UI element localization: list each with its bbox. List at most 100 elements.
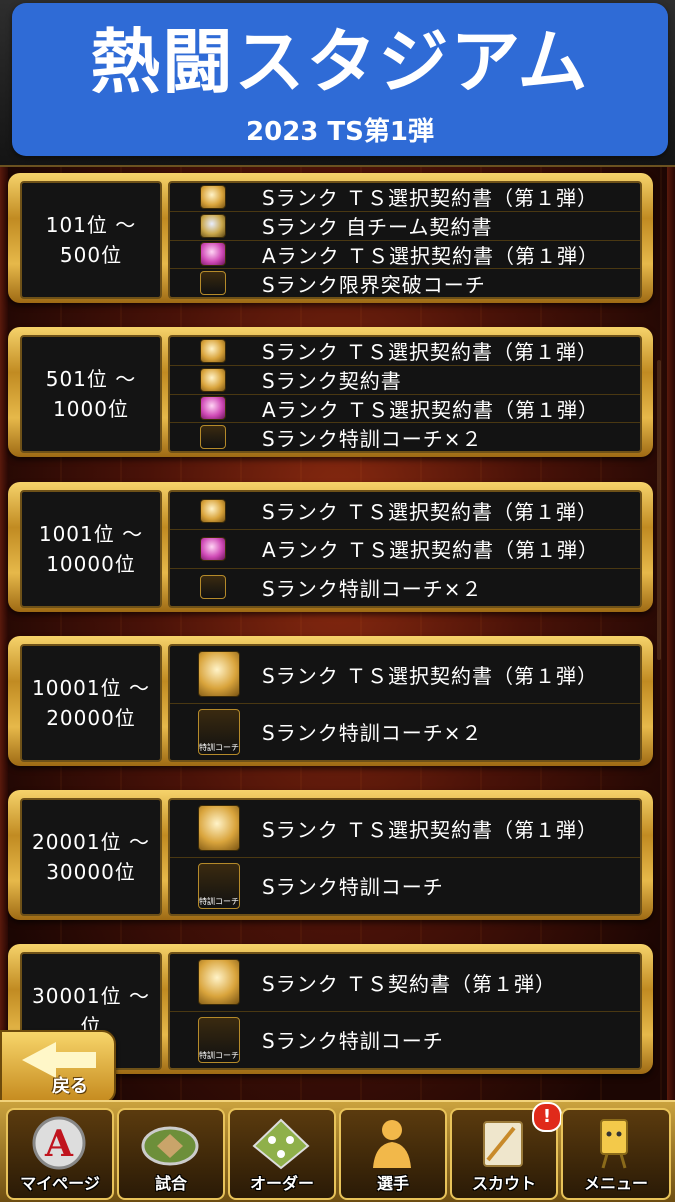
training-coach-icon [200,425,226,450]
nav-scout[interactable]: ! スカウト [450,1102,562,1200]
reward-tier-card: 501位 ～ 1000位 Sランク ＴＳ選択契約書（第１弾） Sランク契約書 Aランク … [8,327,653,457]
reward-row: Sランク特訓コーチ [170,1012,640,1069]
a-rank-ts-contract-icon [200,396,226,421]
reward-label: Sランク特訓コーチ×２ [262,576,483,601]
reward-label: Sランク ＴＳ契約書（第１弾） [262,971,557,996]
rank-range-text: 501位 ～ [45,367,137,391]
s-rank-ts-contract-icon [198,805,240,852]
reward-row: Aランク ＴＳ選択契約書（第１弾） [170,530,640,569]
reward-row: Sランク ＴＳ選択契約書（第１弾） [170,492,640,531]
rank-range-text: 20000位 [46,706,136,730]
training-coach-icon [198,1016,240,1063]
reward-row: Sランク契約書 [170,366,640,395]
reward-label: Sランク ＴＳ選択契約書（第１弾） [262,340,599,365]
reward-tier-card: 101位 ～ 500位 Sランク ＴＳ選択契約書（第１弾） Sランク 自チーム契約書 A… [8,173,653,303]
reward-label: Sランク特訓コーチ×２ [262,426,483,451]
reward-tier-card: 20001位 ～ 30000位 Sランク ＴＳ選択契約書（第１弾） Sランク特訓コーチ [8,790,653,920]
scout-notebook-icon [483,1121,523,1167]
reward-label: Sランク契約書 [262,369,402,394]
nav-menu[interactable]: メニュー [561,1108,671,1200]
reward-list-box: Sランク ＴＳ選択契約書（第１弾） Sランク特訓コーチ×２ [168,644,642,762]
rank-range-text: 10000位 [46,552,136,576]
rank-range-text: 101位 ～ [45,213,137,237]
reward-row: Sランク限界突破コーチ [170,269,640,297]
notification-badge: ! [532,1102,562,1132]
reward-list-box: Sランク ＴＳ選択契約書（第１弾） Sランク 自チーム契約書 Aランク ＴＳ選択契約… [168,181,642,299]
menu-character-icon [600,1119,628,1169]
event-subtitle: 2023 TS第1弾 [246,117,434,147]
event-title-banner: 熱闘スタジアム 2023 TS第1弾 [12,3,668,156]
rank-range-text: 20001位 ～ [32,830,150,854]
rank-range-text: 1000位 [53,397,129,421]
reward-row: Sランク ＴＳ選択契約書（第１弾） [170,800,640,858]
rank-range: 20001位 ～ 30000位 [20,798,162,916]
back-button-label: 戻る [52,1076,88,1097]
reward-label: Aランク ＴＳ選択契約書（第１弾） [262,397,600,422]
nav-label: 選手 [376,1174,409,1193]
left-frame-rail [0,160,8,1100]
s-rank-ts-contract-icon [200,184,226,209]
reward-row: Sランク特訓コーチ×２ [170,704,640,761]
nav-mypage[interactable]: A マイページ [6,1108,114,1200]
reward-row: Sランク ＴＳ契約書（第１弾） [170,954,640,1012]
reward-row: Sランク特訓コーチ×２ [170,569,640,606]
reward-row: Sランク ＴＳ選択契約書（第１弾） [170,183,640,212]
back-arrow-tail [52,1052,96,1068]
a-logo-icon: A [32,1116,86,1170]
stadium-icon [141,1126,199,1166]
svg-text:A: A [44,1123,74,1165]
reward-row: Sランク特訓コーチ [170,858,640,915]
reward-row: Sランク 自チーム契約書 [170,212,640,241]
reward-tier-card: 1001位 ～ 10000位 Sランク ＴＳ選択契約書（第１弾） Aランク ＴＳ選択契… [8,482,653,612]
reward-label: Aランク ＴＳ選択契約書（第１弾） [262,243,600,268]
reward-label: Sランク ＴＳ選択契約書（第１弾） [262,500,599,525]
reward-label: Sランク ＴＳ選択契約書（第１弾） [262,186,599,211]
nav-order[interactable]: オーダー [228,1108,336,1200]
s-rank-team-contract-icon [200,213,226,238]
s-rank-ts-contract-icon [200,498,226,523]
event-title: 熱闘スタジアム [90,21,590,103]
s-rank-ts-contract-icon [198,959,240,1006]
reward-row: Sランク ＴＳ選択契約書（第１弾） [170,337,640,366]
reward-tier-card: 10001位 ～ 20000位 Sランク ＴＳ選択契約書（第１弾） Sランク特訓コーチ… [8,636,653,766]
reward-label: Sランク ＴＳ選択契約書（第１弾） [262,663,599,688]
reward-row: Sランク ＴＳ選択契約書（第１弾） [170,646,640,704]
player-icon [373,1120,411,1168]
reward-label: Sランク ＴＳ選択契約書（第１弾） [262,817,599,842]
reward-list-box: Sランク ＴＳ選択契約書（第１弾） Sランク契約書 Aランク ＴＳ選択契約書（第１弾… [168,335,642,453]
reward-label: Sランク限界突破コーチ [262,272,486,297]
s-rank-contract-icon [200,367,226,392]
right-frame-rail [667,160,675,1100]
reward-list-box: Sランク ＴＳ契約書（第１弾） Sランク特訓コーチ [168,952,642,1070]
rank-range: 101位 ～ 500位 [20,181,162,299]
reward-row: Aランク ＴＳ選択契約書（第１弾） [170,241,640,270]
nav-game[interactable]: 試合 [117,1108,225,1200]
rank-range: 501位 ～ 1000位 [20,335,162,453]
reward-label: Sランク 自チーム契約書 [262,215,493,240]
reward-list-box: Sランク ＴＳ選択契約書（第１弾） Aランク ＴＳ選択契約書（第１弾） Sランク特訓… [168,490,642,608]
nav-label: 試合 [154,1174,187,1193]
back-button[interactable]: 戻る [0,1030,116,1104]
training-coach-icon [200,575,226,600]
training-coach-icon [198,862,240,909]
back-arrow-icon [22,1042,56,1078]
rank-range-text: 10001位 ～ [32,676,150,700]
reward-label: Sランク特訓コーチ×２ [262,721,483,746]
a-rank-ts-contract-icon [200,536,226,561]
reward-label: Sランク特訓コーチ [262,875,444,900]
reward-row: Sランク特訓コーチ×２ [170,423,640,451]
reward-row: Aランク ＴＳ選択契約書（第１弾） [170,395,640,424]
s-rank-ts-contract-icon [198,651,240,698]
nav-label: マイページ [20,1174,100,1193]
rank-range-text: 30000位 [46,860,136,884]
reward-label: Aランク ＴＳ選択契約書（第１弾） [262,538,600,563]
s-rank-ts-contract-icon [200,338,226,363]
field-order-icon [252,1118,310,1170]
scrollbar[interactable] [657,360,661,660]
nav-players[interactable]: 選手 [339,1108,447,1200]
reward-list-box: Sランク ＴＳ選択契約書（第１弾） Sランク特訓コーチ [168,798,642,916]
rank-range: 1001位 ～ 10000位 [20,490,162,608]
rank-range-text: 1001位 ～ [38,522,144,546]
reward-label: Sランク特訓コーチ [262,1029,444,1054]
bottom-navigation: A マイページ 試合 オーダー 選手 ! スカウト メニュー [0,1100,675,1202]
